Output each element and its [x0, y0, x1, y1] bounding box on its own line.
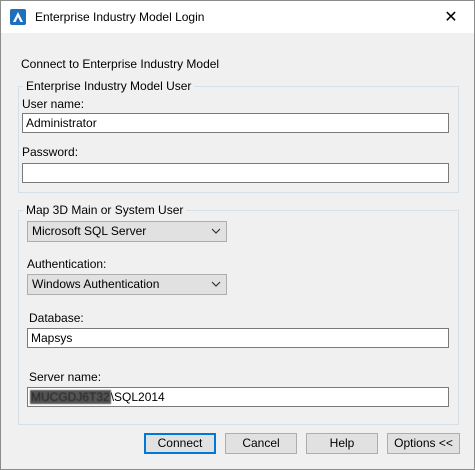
map-user-legend: Map 3D Main or System User [26, 203, 184, 217]
server-instance: \SQL2014 [110, 390, 165, 404]
autodesk-a-icon [10, 9, 26, 25]
password-label: Password: [22, 145, 79, 159]
server-input[interactable]: MUCGDJ6T32\SQL2014 [27, 387, 449, 407]
auth-select-value: Windows Authentication [32, 277, 160, 291]
auth-label: Authentication: [27, 257, 107, 271]
server-label: Server name: [29, 370, 102, 384]
connect-button[interactable]: Connect [144, 433, 216, 454]
connect-heading: Connect to Enterprise Industry Model [21, 57, 220, 71]
chevron-down-icon [211, 281, 221, 287]
chevron-down-icon [211, 228, 221, 234]
window-title: Enterprise Industry Model Login [35, 10, 205, 24]
database-label: Database: [29, 311, 84, 325]
title-bar[interactable]: Enterprise Industry Model Login ✕ [1, 1, 474, 33]
password-input[interactable] [22, 163, 449, 183]
options-button[interactable]: Options << [387, 433, 460, 454]
database-input[interactable]: Mapsys [27, 328, 449, 348]
redacted-server-host: MUCGDJ6T32 [30, 390, 111, 404]
eim-user-legend: Enterprise Industry Model User [26, 79, 192, 93]
provider-select[interactable]: Microsoft SQL Server [27, 221, 227, 242]
login-dialog: Enterprise Industry Model Login ✕ Connec… [0, 0, 475, 470]
close-icon[interactable]: ✕ [428, 1, 474, 32]
provider-select-value: Microsoft SQL Server [32, 224, 147, 238]
username-label: User name: [22, 97, 85, 111]
cancel-button[interactable]: Cancel [225, 433, 297, 454]
auth-select[interactable]: Windows Authentication [27, 274, 227, 295]
username-input[interactable]: Administrator [22, 113, 449, 133]
help-button[interactable]: Help [306, 433, 378, 454]
